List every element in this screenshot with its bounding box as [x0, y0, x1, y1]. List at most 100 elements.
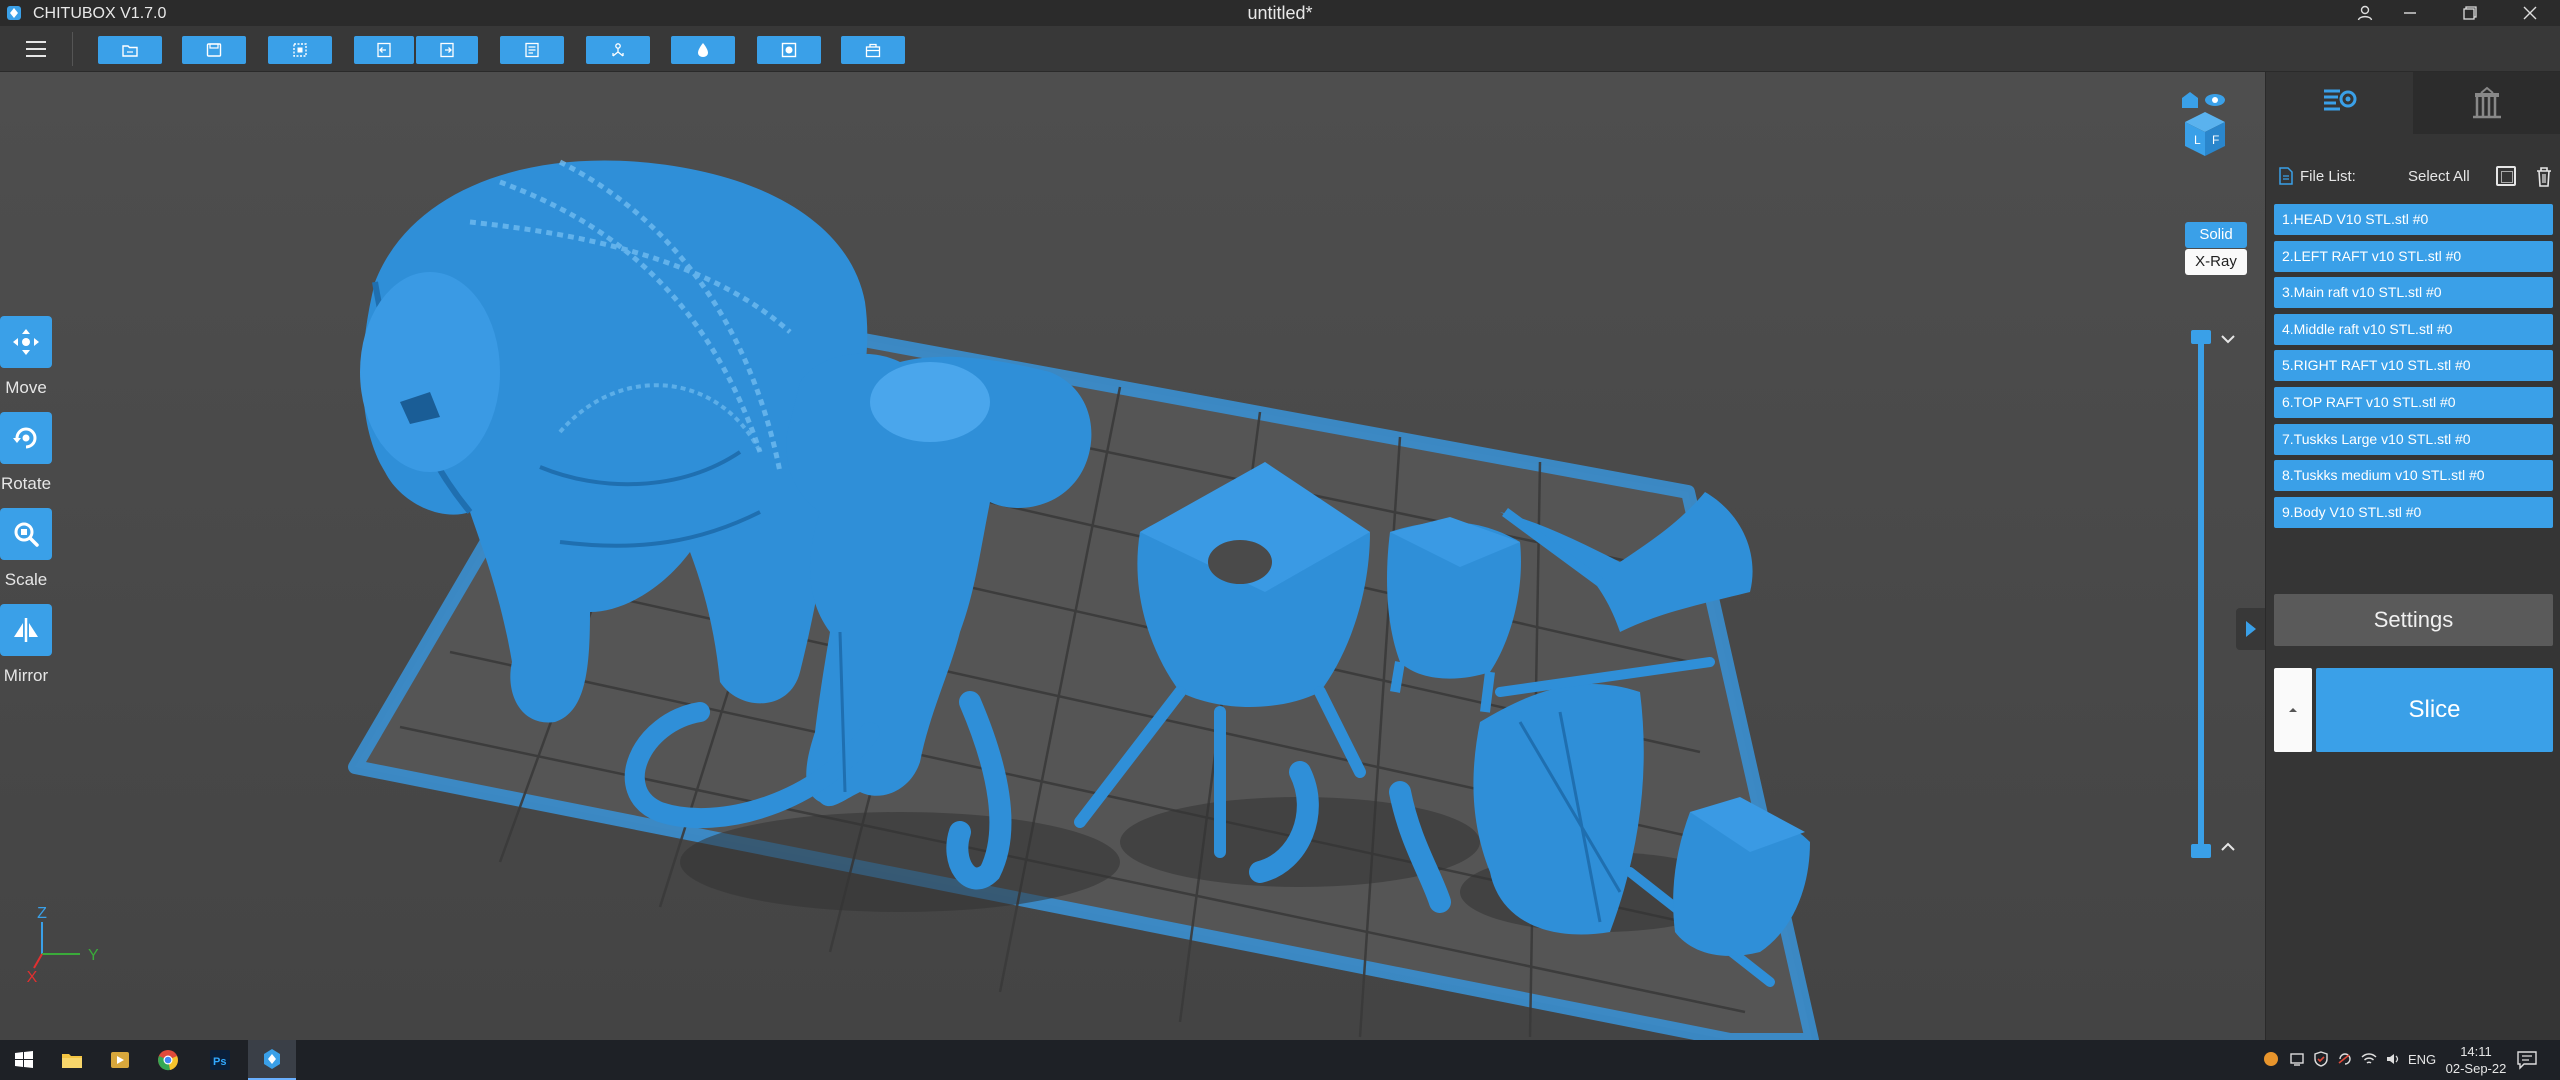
- file-list-item[interactable]: 2.LEFT RAFT v10 STL.stl #0: [2274, 240, 2553, 272]
- move-tool[interactable]: Move: [0, 316, 52, 398]
- mirror-tool-button[interactable]: [0, 604, 52, 656]
- tray-language[interactable]: ENG: [2408, 1052, 2436, 1067]
- taskbar-photoshop[interactable]: Ps: [196, 1040, 244, 1080]
- layer-slider-bottom-handle[interactable]: [2191, 844, 2211, 858]
- select-all-label[interactable]: Select All: [2408, 168, 2470, 185]
- file-list-item[interactable]: 1.HEAD V10 STL.stl #0: [2274, 204, 2553, 235]
- home-view-icon[interactable]: [2182, 92, 2198, 108]
- file-list-item[interactable]: 6.TOP RAFT v10 STL.stl #0: [2274, 386, 2553, 418]
- chrome-icon: [158, 1050, 178, 1071]
- panel-toggle-button[interactable]: [2236, 608, 2265, 650]
- file-list-item[interactable]: 4.Middle raft v10 STL.stl #0: [2274, 313, 2553, 345]
- minimize-button[interactable]: [2390, 0, 2430, 26]
- restore-button[interactable]: [2450, 0, 2490, 26]
- tab-support-settings[interactable]: [2413, 72, 2560, 134]
- hollow-button[interactable]: [671, 36, 735, 64]
- tray-app-icon[interactable]: [2262, 1050, 2280, 1068]
- 3d-viewport[interactable]: Z Y X Move Rotate Scale Mirror L F Solid…: [0, 72, 2265, 1040]
- file-list-item[interactable]: 3.Main raft v10 STL.stl #0: [2274, 277, 2553, 309]
- caret-up-icon: [2289, 708, 2297, 712]
- taskbar-media-player[interactable]: [96, 1040, 144, 1080]
- app-name: CHITUBOX V1.7.0: [33, 5, 167, 22]
- package-button[interactable]: [841, 36, 905, 64]
- file-list-label: File List:: [2300, 168, 2356, 185]
- file-list-header: File List: Select All: [2278, 164, 2554, 190]
- minimize-icon: [2404, 12, 2416, 14]
- scale-tool[interactable]: Scale: [0, 508, 52, 590]
- windows-taskbar: Ps ENG 14:11 02-Sep-22: [0, 1040, 2560, 1080]
- model-settings-icon: [2323, 89, 2356, 111]
- scale-tool-button[interactable]: [0, 508, 52, 560]
- layout-icon: [525, 42, 539, 58]
- save-icon: [206, 43, 222, 57]
- move-tool-button[interactable]: [0, 316, 52, 368]
- layout-button[interactable]: [500, 36, 564, 64]
- view-cube[interactable]: L F: [2170, 92, 2240, 172]
- mirror-tool[interactable]: Mirror: [0, 604, 52, 686]
- hamburger-menu-button[interactable]: [22, 36, 50, 62]
- restore-icon: [2463, 6, 2477, 20]
- layer-slider-top-handle[interactable]: [2191, 330, 2211, 344]
- chitubox-window: CHITUBOX V1.7.0 untitled* Z Y X Move Rot…: [0, 0, 2560, 1080]
- hollow-icon: [698, 43, 708, 57]
- tab-model-settings[interactable]: [2266, 72, 2413, 134]
- solid-view-button[interactable]: Solid: [2185, 222, 2247, 248]
- chevron-up-icon[interactable]: [2218, 838, 2238, 856]
- right-panel: File List: Select All 1.HEAD V10 STL.stl…: [2265, 72, 2560, 1040]
- file-list-item[interactable]: 9.Body V10 STL.stl #0: [2274, 496, 2553, 528]
- file-list-item[interactable]: 7.Tuskks Large v10 STL.stl #0: [2274, 423, 2553, 455]
- axis-z-label: Z: [37, 905, 47, 922]
- taskbar-chitubox[interactable]: [248, 1040, 296, 1080]
- support-button[interactable]: [586, 36, 650, 64]
- slice-options-button[interactable]: [2274, 668, 2312, 752]
- settings-button[interactable]: Settings: [2274, 594, 2553, 646]
- support-icon: [612, 43, 624, 57]
- xray-view-button[interactable]: X-Ray: [2185, 249, 2247, 275]
- tray-date[interactable]: 02-Sep-22: [2442, 1061, 2510, 1076]
- chevron-down-icon[interactable]: [2218, 330, 2238, 348]
- slice-button[interactable]: Slice: [2316, 668, 2553, 752]
- file-list-item[interactable]: 8.Tuskks medium v10 STL.stl #0: [2274, 460, 2553, 492]
- dig-hole-icon: [781, 42, 797, 58]
- start-button[interactable]: [0, 1040, 48, 1080]
- toolbar-divider: [72, 32, 73, 66]
- svg-text:L: L: [2194, 133, 2201, 147]
- layer-slider-track[interactable]: [2198, 334, 2204, 852]
- select-all-checkbox[interactable]: [2496, 166, 2516, 186]
- axis-x-label: X: [27, 969, 38, 986]
- dig-hole-button[interactable]: [757, 36, 821, 64]
- tray-wifi-icon[interactable]: [2360, 1050, 2378, 1068]
- taskbar-chrome[interactable]: [144, 1040, 192, 1080]
- axis-y-label: Y: [88, 947, 99, 964]
- tray-network-icon[interactable]: [2288, 1050, 2306, 1068]
- file-list-item[interactable]: 5.RIGHT RAFT v10 STL.stl #0: [2274, 350, 2553, 382]
- build-plate-scene[interactable]: Z Y X: [0, 72, 2265, 1040]
- taskbar-file-explorer[interactable]: [48, 1040, 96, 1080]
- file-icon: [2279, 167, 2293, 185]
- tray-update-icon[interactable]: [2336, 1050, 2354, 1068]
- tray-volume-icon[interactable]: [2384, 1050, 2402, 1068]
- scale-icon: [14, 522, 39, 547]
- select-button[interactable]: [268, 36, 332, 64]
- close-button[interactable]: [2510, 0, 2550, 26]
- import-button[interactable]: [354, 36, 414, 64]
- open-file-button[interactable]: [98, 36, 162, 64]
- tray-time[interactable]: 14:11: [2448, 1044, 2504, 1059]
- trash-icon[interactable]: [2534, 166, 2554, 188]
- rotate-tool[interactable]: Rotate: [0, 412, 52, 494]
- chevron-right-icon: [2245, 621, 2256, 637]
- notification-icon[interactable]: [2516, 1050, 2538, 1070]
- windows-start-icon: [15, 1051, 33, 1068]
- photoshop-icon: Ps: [210, 1050, 230, 1070]
- eye-icon[interactable]: [2205, 94, 2225, 106]
- open-file-icon: [122, 45, 138, 57]
- save-button[interactable]: [182, 36, 246, 64]
- export-button[interactable]: [416, 36, 478, 64]
- svg-text:F: F: [2212, 133, 2219, 147]
- rotate-icon: [13, 427, 37, 449]
- select-icon: [293, 43, 307, 57]
- tray-security-icon[interactable]: [2312, 1050, 2330, 1068]
- account-button[interactable]: [2345, 0, 2385, 26]
- rotate-tool-button[interactable]: [0, 412, 52, 464]
- svg-text:Ps: Ps: [213, 1056, 226, 1068]
